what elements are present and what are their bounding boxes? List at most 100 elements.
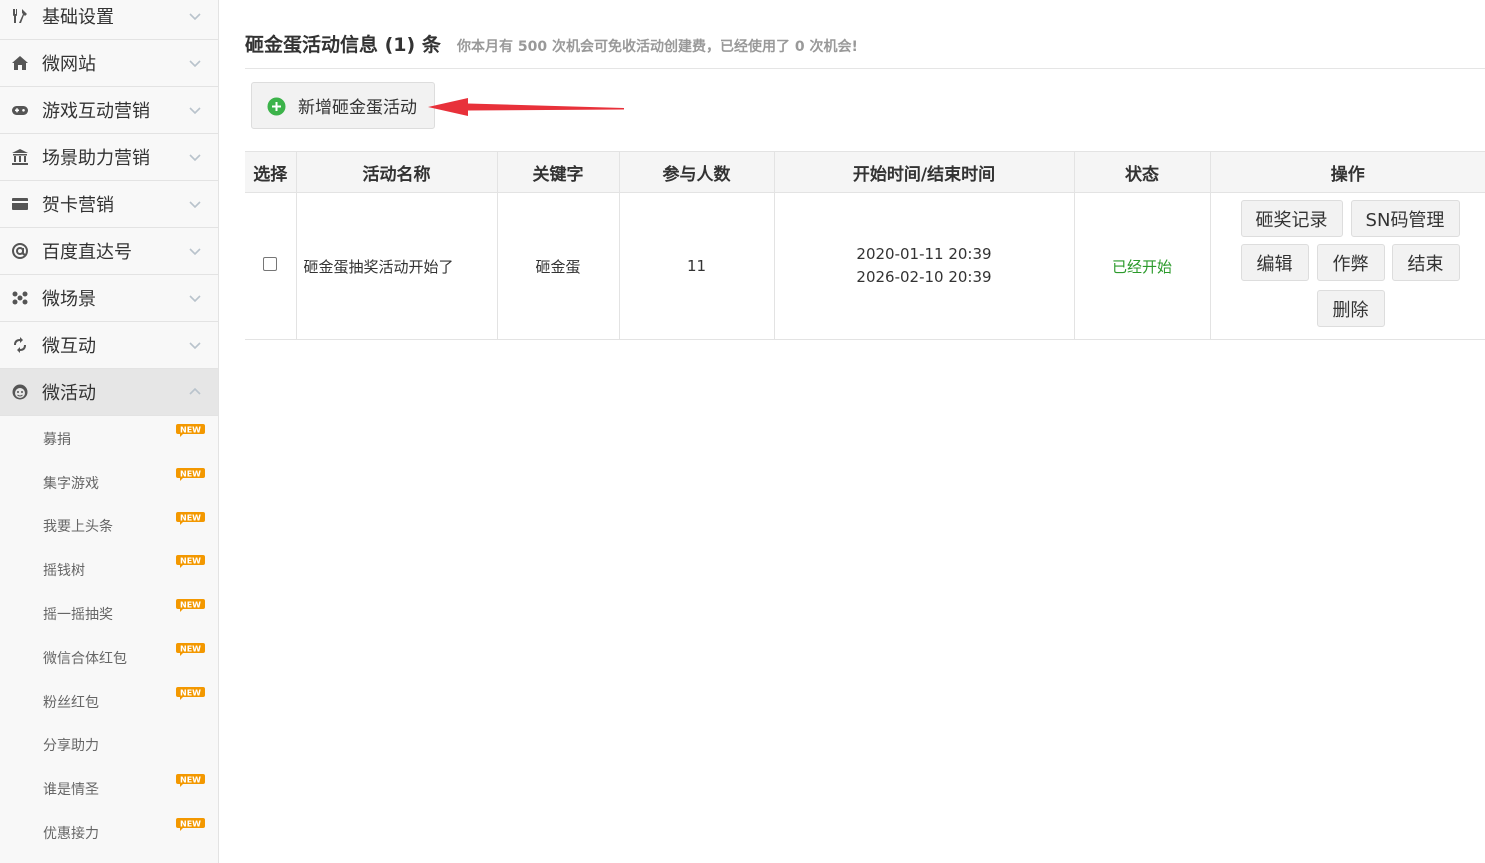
sidebar: 基础设置 微网站 游戏互动营销 场景助力营销 贺卡营销 百度直达号 微场景 微互… — [0, 0, 219, 863]
cheat-button[interactable]: 作弊 — [1316, 244, 1385, 281]
submenu-item-donation[interactable]: 募捐 NEW — [0, 417, 218, 461]
new-badge-icon: NEW — [176, 511, 205, 525]
column-header-keyword: 关键字 — [497, 151, 620, 193]
sidebar-item-basic-settings[interactable]: 基础设置 — [0, 0, 218, 40]
new-badge-icon: NEW — [176, 467, 205, 481]
submenu-item-love-saint[interactable]: 谁是情圣 NEW — [0, 767, 218, 811]
submenu-item-label: 粉丝红包 — [43, 694, 99, 711]
column-header-name: 活动名称 — [296, 151, 498, 193]
new-badge-icon: NEW — [176, 555, 205, 569]
end-time: 2026-02-10 20:39 — [856, 268, 992, 286]
sync-icon — [11, 336, 29, 354]
prize-records-button[interactable]: 砸奖记录 — [1240, 200, 1343, 237]
chevron-down-icon — [189, 198, 201, 210]
submenu: 募捐 NEW 集字游戏 NEW 我要上头条 NEW 摇钱树 NEW 摇一摇抽奖 … — [0, 416, 218, 855]
chevron-down-icon — [189, 245, 201, 257]
svg-text:NEW: NEW — [180, 600, 201, 609]
sidebar-item-micro-activity[interactable]: 微活动 — [0, 369, 218, 416]
submenu-item-label: 分享助力 — [43, 738, 99, 755]
svg-text:NEW: NEW — [180, 425, 201, 434]
actions-group: 砸奖记录 SN码管理 编辑 作弊 结束 删除 — [1211, 193, 1485, 339]
new-badge-icon: NEW — [176, 424, 205, 437]
submenu-item-label: 谁是情圣 — [43, 782, 99, 799]
new-badge-icon: NEW — [176, 818, 205, 832]
start-time: 2020-01-11 20:39 — [856, 245, 992, 263]
sidebar-item-card-marketing[interactable]: 贺卡营销 — [0, 181, 218, 228]
sidebar-item-micro-site[interactable]: 微网站 — [0, 40, 218, 87]
new-badge-icon: NEW — [176, 774, 205, 788]
sidebar-item-label: 微场景 — [42, 289, 96, 310]
svg-text:NEW: NEW — [180, 557, 201, 566]
chevron-down-icon — [189, 104, 201, 116]
sidebar-item-baidu-direct[interactable]: 百度直达号 — [0, 228, 218, 275]
nodes-icon — [11, 289, 29, 307]
chevron-down-icon — [189, 339, 201, 351]
home-icon — [11, 54, 29, 72]
chevron-down-icon — [189, 151, 201, 163]
new-badge-icon: NEW — [176, 599, 205, 613]
submenu-item-label: 我要上头条 — [43, 519, 113, 536]
chevron-down-icon — [189, 57, 201, 69]
page-title: 砸金蛋活动信息 (1) 条 — [245, 34, 441, 56]
table-row: 砸金蛋抽奖活动开始了 砸金蛋 11 2020-01-11 20:39 2026-… — [245, 192, 1485, 340]
submenu-item-label: 优惠接力 — [43, 826, 99, 843]
column-header-status: 状态 — [1074, 151, 1211, 193]
chevron-down-icon — [189, 10, 201, 22]
sidebar-item-micro-interaction[interactable]: 微互动 — [0, 322, 218, 369]
svg-text:NEW: NEW — [180, 513, 201, 522]
column-header-select: 选择 — [245, 151, 297, 193]
submenu-item-share-boost[interactable]: 分享助力 — [0, 724, 218, 768]
submenu-item-money-tree[interactable]: 摇钱树 NEW — [0, 548, 218, 592]
submenu-item-label: 摇钱树 — [43, 563, 85, 580]
sn-code-manage-button[interactable]: SN码管理 — [1350, 200, 1460, 237]
new-badge-icon: NEW — [176, 642, 205, 656]
submenu-item-combined-redpacket[interactable]: 微信合体红包 NEW — [0, 636, 218, 680]
edit-button[interactable]: 编辑 — [1240, 244, 1309, 281]
sidebar-item-label: 贺卡营销 — [42, 195, 114, 216]
actions-cell: 砸奖记录 SN码管理 编辑 作弊 结束 删除 — [1210, 192, 1485, 340]
submenu-item-word-collect[interactable]: 集字游戏 NEW — [0, 461, 218, 505]
status-badge: 已经开始 — [1111, 257, 1172, 276]
sidebar-item-label: 基础设置 — [42, 7, 114, 28]
bank-icon — [11, 148, 29, 166]
mascot-icon — [11, 383, 29, 401]
sidebar-item-label: 百度直达号 — [42, 242, 132, 263]
row-select-checkbox[interactable] — [263, 257, 278, 271]
submenu-item-label: 摇一摇抽奖 — [43, 607, 113, 624]
column-header-time: 开始时间/结束时间 — [774, 151, 1075, 193]
sidebar-item-label: 微互动 — [42, 336, 96, 357]
participants-cell: 11 — [619, 192, 775, 340]
gamepad-icon — [11, 101, 29, 119]
activity-name-cell: 砸金蛋抽奖活动开始了 — [296, 192, 498, 340]
plus-circle-icon — [267, 97, 286, 116]
svg-text:NEW: NEW — [180, 688, 201, 697]
page-header: 砸金蛋活动信息 (1) 条 你本月有 500 次机会可免收活动创建费，已经使用了… — [245, 30, 1485, 69]
sidebar-item-label: 游戏互动营销 — [42, 101, 150, 122]
add-egg-activity-button[interactable]: 新增砸金蛋活动 — [251, 82, 435, 129]
time-cell: 2020-01-11 20:39 2026-02-10 20:39 — [774, 192, 1075, 340]
select-cell — [245, 192, 297, 340]
column-header-participants: 参与人数 — [619, 151, 775, 193]
end-button[interactable]: 结束 — [1391, 244, 1460, 281]
submenu-item-label: 集字游戏 — [43, 475, 99, 492]
red-arrow-annotation — [428, 98, 624, 116]
at-icon — [11, 242, 29, 260]
svg-text:NEW: NEW — [180, 776, 201, 785]
delete-button[interactable]: 删除 — [1316, 290, 1385, 327]
sidebar-item-micro-scene[interactable]: 微场景 — [0, 275, 218, 322]
submenu-item-shake-lottery[interactable]: 摇一摇抽奖 NEW — [0, 592, 218, 636]
keyword-cell: 砸金蛋 — [497, 192, 620, 340]
svg-text:NEW: NEW — [180, 819, 201, 828]
sidebar-item-label: 场景助力营销 — [42, 148, 150, 169]
submenu-item-coupon-relay[interactable]: 优惠接力 NEW — [0, 811, 218, 855]
app-root: 基础设置 微网站 游戏互动营销 场景助力营销 贺卡营销 百度直达号 微场景 微互… — [0, 0, 1485, 863]
chevron-down-icon — [189, 292, 201, 304]
card-icon — [11, 195, 29, 213]
submenu-item-fans-redpacket[interactable]: 粉丝红包 NEW — [0, 680, 218, 724]
sidebar-item-scene-marketing[interactable]: 场景助力营销 — [0, 134, 218, 181]
submenu-item-headline[interactable]: 我要上头条 NEW — [0, 505, 218, 549]
status-cell: 已经开始 — [1074, 192, 1211, 340]
page-subtitle: 你本月有 500 次机会可免收活动创建费，已经使用了 0 次机会! — [457, 39, 858, 55]
sidebar-item-label: 微网站 — [42, 54, 96, 75]
sidebar-item-game-marketing[interactable]: 游戏互动营销 — [0, 87, 218, 134]
